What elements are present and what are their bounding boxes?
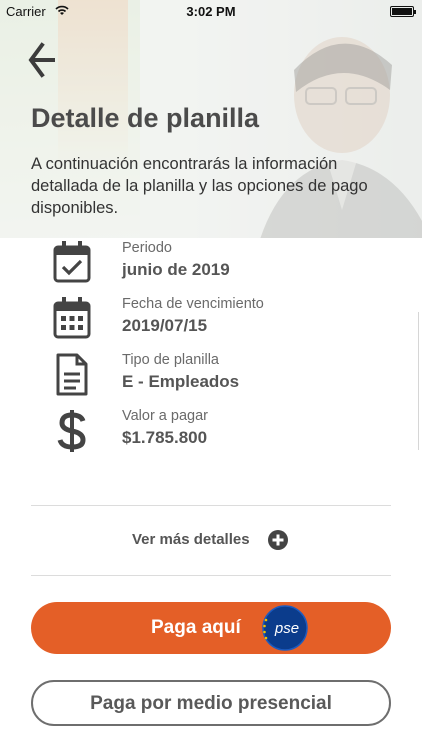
detail-row-due-date: Fecha de vencimiento 2019/07/15 — [0, 296, 422, 346]
pay-online-button[interactable]: Paga aquí pse — [31, 602, 391, 654]
more-details-label: Ver más detalles — [132, 531, 250, 548]
divider — [31, 575, 391, 576]
pay-in-person-label: Paga por medio presencial — [90, 693, 332, 714]
pay-online-label: Paga aquí — [151, 617, 241, 638]
svg-text:pse: pse — [274, 620, 299, 637]
pay-in-person-button[interactable]: Paga por medio presencial — [31, 680, 391, 726]
arrow-left-icon — [28, 42, 55, 78]
battery-icon — [390, 6, 416, 17]
detail-value: junio de 2019 — [122, 260, 230, 279]
detail-value: $1.785.800 — [122, 428, 208, 447]
scroll-indicator[interactable] — [418, 312, 419, 450]
detail-label: Periodo — [122, 240, 172, 256]
status-time: 3:02 PM — [186, 4, 236, 19]
back-button[interactable] — [28, 40, 60, 80]
status-bar: Carrier 3:02 PM — [0, 0, 422, 22]
pse-logo: pse — [262, 605, 308, 651]
detail-label: Tipo de planilla — [122, 352, 219, 368]
detail-value: E - Empleados — [122, 372, 240, 391]
page-description: A continuación encontrarás la informació… — [31, 155, 368, 217]
detail-label: Fecha de vencimiento — [122, 296, 264, 312]
dollar-icon — [57, 410, 86, 452]
document-icon — [56, 353, 88, 396]
detail-label: Valor a pagar — [122, 408, 208, 424]
plus-circle-icon — [268, 530, 288, 550]
page-title: Detalle de planilla — [31, 103, 260, 133]
detail-value: 2019/07/15 — [122, 316, 208, 335]
calendar-check-icon — [53, 241, 91, 283]
more-details-button[interactable]: Ver más detalles — [31, 520, 391, 560]
calendar-grid-icon — [53, 297, 91, 339]
detail-row-period: Periodo junio de 2019 — [0, 240, 422, 290]
detail-row-amount: Valor a pagar $1.785.800 — [0, 408, 422, 458]
divider — [31, 505, 391, 506]
detail-row-payroll-type: Tipo de planilla E - Empleados — [0, 352, 422, 402]
